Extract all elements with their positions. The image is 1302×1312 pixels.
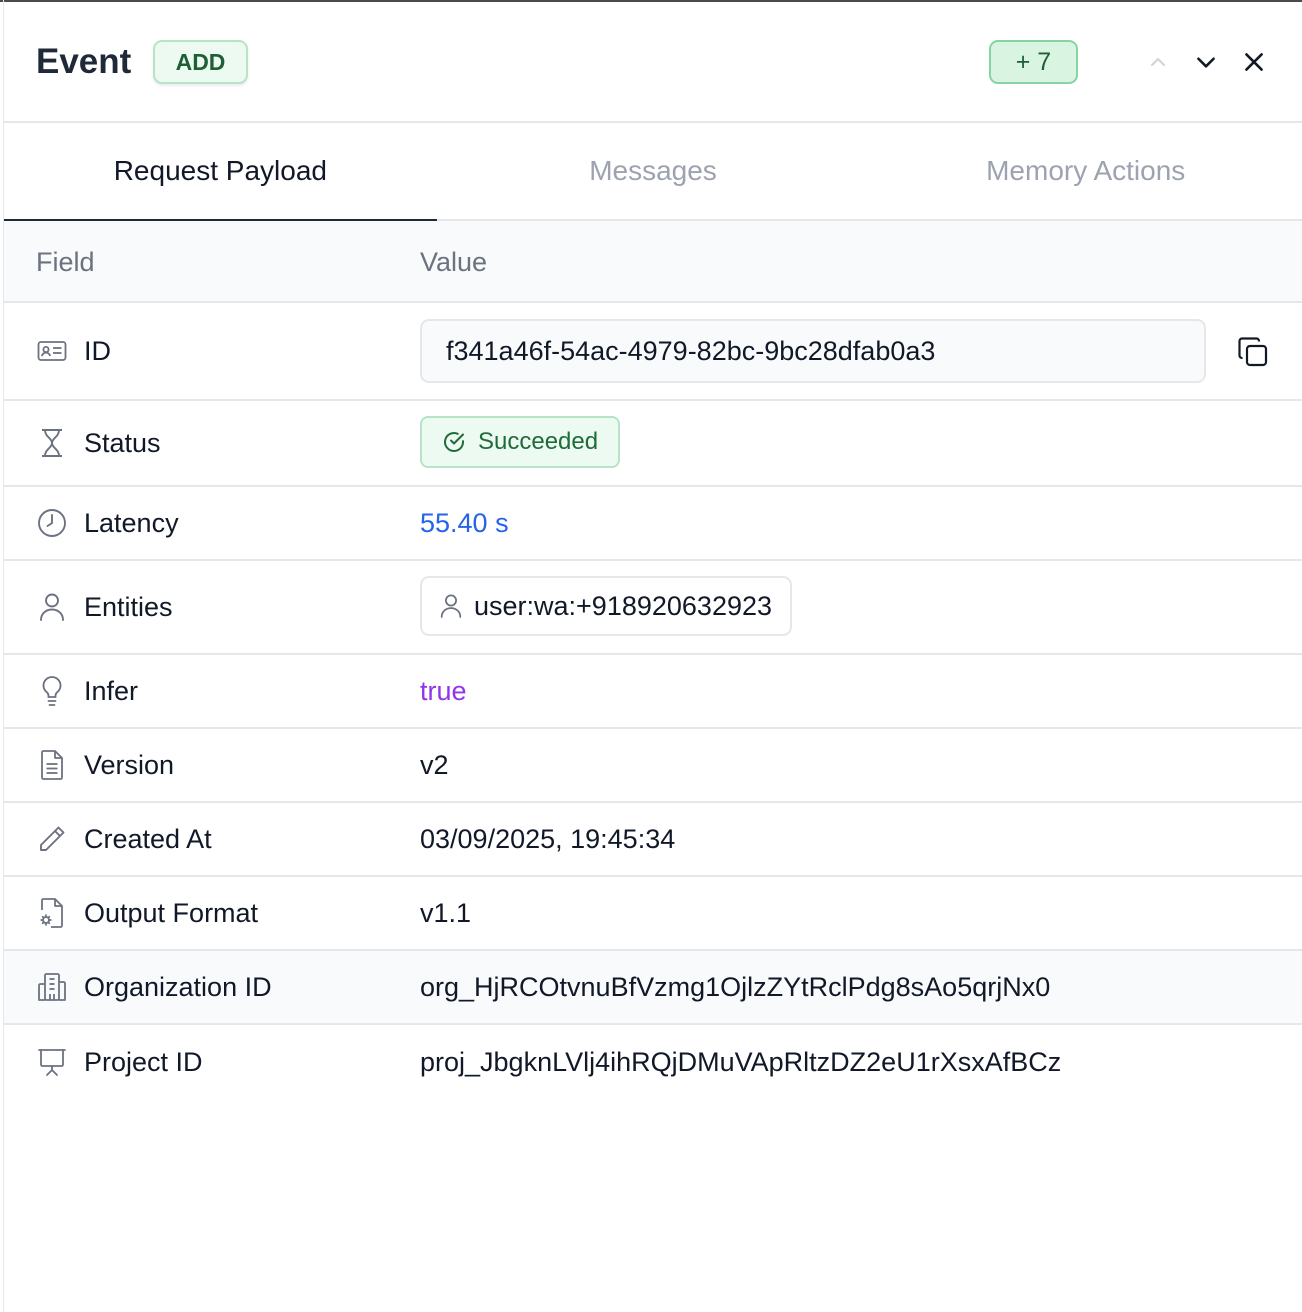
table-row-latency: Latency 55.40 s — [4, 487, 1302, 561]
value-column-header: Value — [420, 247, 488, 277]
id-card-icon — [36, 335, 68, 367]
close-icon — [1245, 53, 1263, 71]
event-id-field[interactable]: f341a46f-54ac-4979-82bc-9bc28dfab0a3 — [420, 319, 1206, 383]
created-at-value: 03/09/2025, 19:45:34 — [420, 823, 676, 854]
copy-id-button[interactable] — [1234, 333, 1272, 371]
version-value: v2 — [420, 749, 449, 780]
table-row-version: Version v2 — [4, 729, 1302, 803]
field-label: Created At — [84, 823, 212, 854]
event-type-badge: ADD — [153, 40, 248, 84]
presentation-icon — [36, 1046, 68, 1078]
table-row-status: Status Succeeded — [4, 401, 1302, 487]
project-id-value: proj_JbgknLVlj4ihRQjDMuVApRltzDZ2eU1rXsx… — [420, 1046, 1062, 1077]
previous-event-button[interactable] — [1138, 42, 1178, 82]
field-label: Organization ID — [84, 971, 272, 1002]
entity-chip[interactable]: user:wa:+918920632923 — [420, 576, 793, 636]
table-header: Field Value — [4, 221, 1302, 303]
copy-icon — [1238, 337, 1268, 367]
pencil-icon — [36, 823, 68, 855]
clock-icon — [36, 507, 68, 539]
tab-messages[interactable]: Messages — [437, 123, 870, 221]
output-format-value: v1.1 — [420, 897, 472, 928]
infer-value: true — [420, 675, 467, 706]
table-row-infer: Infer true — [4, 655, 1302, 729]
status-badge: Succeeded — [420, 416, 621, 468]
close-button[interactable] — [1234, 42, 1274, 82]
next-event-button[interactable] — [1186, 42, 1226, 82]
table-row-output-format: Output Format v1.1 — [4, 877, 1302, 951]
table-row-id: ID f341a46f-54ac-4979-82bc-9bc28dfab0a3 — [4, 303, 1302, 401]
field-label: Version — [84, 749, 175, 780]
field-column-header: Field — [36, 247, 95, 277]
field-label: Status — [84, 427, 161, 458]
event-header: Event ADD + 7 — [4, 2, 1302, 123]
table-row-entities: Entities user:wa:+918920632923 — [4, 561, 1302, 655]
field-label: Entities — [84, 591, 173, 622]
user-icon — [440, 593, 462, 619]
table-row-organization-id: Organization ID org_HjRCOtvnuBfVzmg1Ojlz… — [4, 951, 1302, 1025]
lightbulb-icon — [36, 675, 68, 707]
status-text: Succeeded — [478, 428, 599, 455]
entity-label: user:wa:+918920632923 — [474, 590, 773, 621]
check-circle-icon — [442, 430, 466, 454]
page-title: Event — [36, 42, 132, 81]
table-row-project-id: Project ID proj_JbgknLVlj4ihRQjDMuVApRlt… — [4, 1025, 1302, 1099]
user-icon — [36, 591, 68, 623]
chevron-down-icon — [1197, 57, 1215, 68]
field-label: Infer — [84, 675, 139, 706]
field-label: Latency — [84, 507, 179, 538]
hourglass-icon — [36, 427, 68, 459]
tab-memory-actions[interactable]: Memory Actions — [869, 123, 1302, 221]
tab-bar: Request Payload Messages Memory Actions — [4, 123, 1302, 223]
organization-id-value: org_HjRCOtvnuBfVzmg1OjlzZYtRclPdg8sAo5qr… — [420, 971, 1051, 1002]
field-label: Project ID — [84, 1046, 203, 1077]
field-label: Output Format — [84, 897, 259, 928]
count-badge[interactable]: + 7 — [989, 40, 1078, 84]
table-row-created-at: Created At 03/09/2025, 19:45:34 — [4, 803, 1302, 877]
file-settings-icon — [36, 897, 68, 929]
tab-request-payload[interactable]: Request Payload — [4, 123, 437, 223]
building-icon — [36, 971, 68, 1003]
chevron-up-icon — [1150, 57, 1166, 67]
latency-value: 55.40 s — [420, 507, 509, 538]
payload-table: Field Value ID f341a46f-54ac-4979-82bc-9… — [4, 221, 1302, 1099]
field-label: ID — [84, 335, 111, 366]
document-icon — [36, 749, 68, 781]
